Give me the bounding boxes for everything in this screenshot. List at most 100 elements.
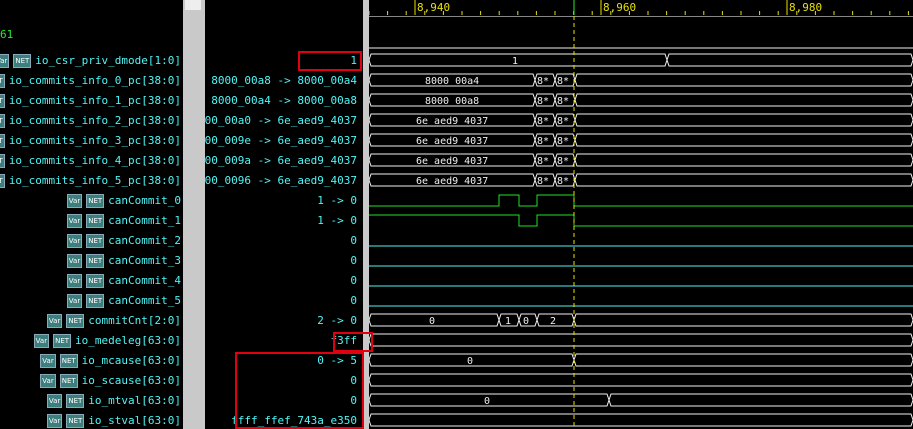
signal-name[interactable]: Var NET canCommit_1 xyxy=(66,214,181,228)
bus-segment xyxy=(574,93,913,107)
signal-name[interactable]: VarNETio_commits_info_5_pc[38:0] xyxy=(0,174,181,188)
signal-name[interactable]: Var NET commitCnt[2:0] xyxy=(46,314,181,328)
waveform-canvas[interactable]: 1 8000_00a4 8* 8* 8000_00a8 8* 8* 6e_aed9_4037 8… xyxy=(369,0,913,429)
value-row[interactable]: 0 xyxy=(205,231,363,251)
value-row[interactable]: 8000_0096 -> 6e_aed9_4037 xyxy=(205,171,363,191)
signal-row[interactable]: Var NET io_mtval[63:0] xyxy=(0,391,183,411)
bus-value-label: 8* xyxy=(537,116,549,127)
bus-value-label: 6e_aed9_4037 xyxy=(416,116,488,127)
signal-row[interactable]: VarNETio_commits_info_5_pc[38:0] xyxy=(0,171,183,191)
bus-segment xyxy=(608,393,913,407)
value-row[interactable]: 0 xyxy=(205,251,363,271)
signal-name[interactable]: Var NET io_stval[63:0] xyxy=(46,414,181,428)
signal-name[interactable]: Var NET canCommit_0 xyxy=(66,194,181,208)
signal-row[interactable]: Var NET canCommit_5 xyxy=(0,291,183,311)
signal-name[interactable]: Var NET io_scause[63:0] xyxy=(40,374,181,388)
bus-value-label: 8* xyxy=(557,76,569,87)
value-row[interactable]: 0 xyxy=(205,291,363,311)
signal-row[interactable]: Var NET canCommit_2 xyxy=(0,231,183,251)
bus-value-label: 8* xyxy=(537,156,549,167)
value-row[interactable]: 8000_00a8 -> 8000_00a4 xyxy=(205,71,363,91)
bus-segment xyxy=(666,53,913,67)
signal-row[interactable]: Var NET io_mcause[63:0] xyxy=(0,351,183,371)
waveform-pane[interactable]: 8,940 8,960 8,980 1 8000_00a4 8* 8* 8000_00a… xyxy=(369,0,913,429)
signal-row[interactable]: Var NET commitCnt[2:0] xyxy=(0,311,183,331)
highlight-box xyxy=(298,51,362,71)
value-row[interactable]: 0 xyxy=(205,271,363,291)
value-row[interactable]: 2 -> 0 xyxy=(205,311,363,331)
signal-row[interactable]: Var NET canCommit_4 xyxy=(0,271,183,291)
bus-value-label: 8000_00a4 xyxy=(425,76,479,87)
net-icon: NET xyxy=(66,414,85,428)
value-row[interactable]: 8000_009e -> 6e_aed9_4037 xyxy=(205,131,363,151)
var-icon: Var xyxy=(66,234,83,248)
signal-row[interactable]: Var NET canCommit_0 xyxy=(0,191,183,211)
signal-trace xyxy=(369,194,913,207)
bus-segment xyxy=(369,373,913,387)
var-icon: Var xyxy=(46,394,63,408)
bus-segment xyxy=(573,353,913,367)
net-icon: NET xyxy=(53,334,72,348)
signal-row[interactable]: VarNETio_commits_info_0_pc[38:0] xyxy=(0,71,183,91)
signal-row[interactable]: VarNETio_commits_info_2_pc[38:0] xyxy=(0,111,183,131)
signal-value: 1 -> 0 xyxy=(317,194,357,207)
signal-row[interactable]: VarNETio_commits_info_1_pc[38:0] xyxy=(0,91,183,111)
value-row[interactable]: 8000_00a0 -> 6e_aed9_4037 xyxy=(205,111,363,131)
signal-pane-scrollbar[interactable] xyxy=(183,0,205,429)
bus-value-label: 8* xyxy=(557,176,569,187)
signal-row[interactable]: VarNETio_commits_info_4_pc[38:0] xyxy=(0,151,183,171)
signal-name[interactable]: VarNETio_commits_info_4_pc[38:0] xyxy=(0,154,181,168)
value-row[interactable]: 8000_00a4 -> 8000_00a8 xyxy=(205,91,363,111)
value-row[interactable]: 8000_009a -> 6e_aed9_4037 xyxy=(205,151,363,171)
signal-row[interactable]: Var NET io_medeleg[63:0] xyxy=(0,331,183,351)
signal-name[interactable]: VarNETio_csr_priv_dmode[1:0] xyxy=(0,54,181,68)
signal-name-label: io_commits_info_2_pc[38:0] xyxy=(8,114,181,127)
signal-row[interactable]: Var NET canCommit_3 xyxy=(0,251,183,271)
signal-name-label: io_commits_info_0_pc[38:0] xyxy=(8,74,181,87)
signal-value: 8000_0096 -> 6e_aed9_4037 xyxy=(205,174,357,187)
signal-value: 8000_00a4 -> 8000_00a8 xyxy=(211,94,357,107)
signal-name[interactable]: Var NET canCommit_5 xyxy=(66,294,181,308)
signal-name-label: io_commits_info_4_pc[38:0] xyxy=(8,154,181,167)
signal-row[interactable]: VarNETio_commits_info_3_pc[38:0] xyxy=(0,131,183,151)
net-icon: NET xyxy=(86,214,105,228)
highlight-box xyxy=(333,332,373,352)
signal-row[interactable]: Var NET canCommit_1 xyxy=(0,211,183,231)
signal-name-label: canCommit_1 xyxy=(108,214,181,227)
signal-name[interactable]: Var NET canCommit_3 xyxy=(66,254,181,268)
net-icon: NET xyxy=(13,54,32,68)
signal-name[interactable]: Var NET io_medeleg[63:0] xyxy=(33,334,181,348)
signal-name[interactable]: VarNETio_commits_info_0_pc[38:0] xyxy=(0,74,181,88)
signal-row[interactable]: Var NET io_stval[63:0] xyxy=(0,411,183,429)
value-row[interactable]: 1 -> 0 xyxy=(205,191,363,211)
bus-value-label: 6e_aed9_4037 xyxy=(416,176,488,187)
signal-name-label: commitCnt[2:0] xyxy=(88,314,181,327)
highlight-box xyxy=(235,352,364,429)
signal-name[interactable]: Var NET canCommit_4 xyxy=(66,274,181,288)
signal-row[interactable]: VarNETio_csr_priv_dmode[1:0] xyxy=(0,51,183,71)
signal-value-prefix: 8000_00a8 -> xyxy=(211,74,291,87)
signal-row[interactable]: Var NET io_scause[63:0] xyxy=(0,371,183,391)
net-icon: NET xyxy=(66,314,85,328)
bus-value-label: 8* xyxy=(557,156,569,167)
value-row[interactable]: 1 -> 0 xyxy=(205,211,363,231)
signal-name[interactable]: VarNETio_commits_info_3_pc[38:0] xyxy=(0,134,181,148)
signal-name[interactable]: Var NET io_mcause[63:0] xyxy=(40,354,181,368)
signal-name-label: io_commits_info_5_pc[38:0] xyxy=(8,174,181,187)
scrollbar-thumb[interactable] xyxy=(185,0,201,10)
bus-value-label: 6e_aed9_4037 xyxy=(416,136,488,147)
signal-name-label: canCommit_3 xyxy=(108,254,181,267)
signal-name[interactable]: Var NET canCommit_2 xyxy=(66,234,181,248)
net-icon: NET xyxy=(86,234,105,248)
signal-name[interactable]: VarNETio_commits_info_2_pc[38:0] xyxy=(0,114,181,128)
net-icon: NET xyxy=(66,394,85,408)
signal-name-label: io_mtval[63:0] xyxy=(88,394,181,407)
signal-value: 8000_00a0 -> 6e_aed9_4037 xyxy=(205,114,357,127)
net-icon: NET xyxy=(0,74,5,88)
var-icon: Var xyxy=(66,274,83,288)
bus-segment xyxy=(574,173,913,187)
bus-value-label: 8* xyxy=(537,96,549,107)
signal-name[interactable]: VarNETio_commits_info_1_pc[38:0] xyxy=(0,94,181,108)
signal-name[interactable]: Var NET io_mtval[63:0] xyxy=(46,394,181,408)
bus-segment xyxy=(574,113,913,127)
